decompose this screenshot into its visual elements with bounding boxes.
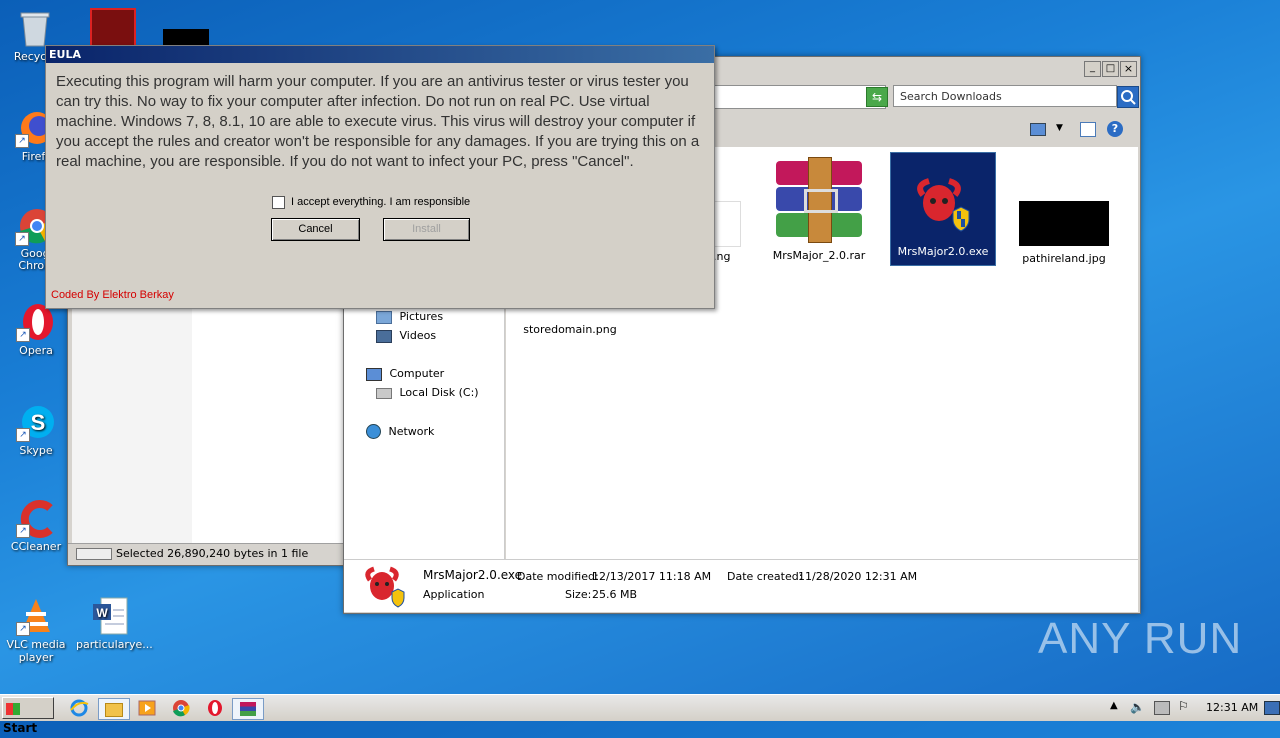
opera-taskbar-icon[interactable] (204, 698, 226, 718)
desktop-icon-label: CCleaner (10, 540, 62, 553)
desktop-icon-skype[interactable]: S ↗ Skype (1, 402, 71, 457)
taskbar: Start ▲ 🔈 ⚐ 12:31 AM (0, 694, 1280, 735)
system-tray: ▲ 🔈 ⚐ 12:31 AM (1106, 698, 1280, 718)
local-disk-icon (376, 387, 392, 399)
shortcut-arrow-icon: ↗ (15, 232, 29, 246)
action-center-flag-icon[interactable]: ⚐ (1178, 699, 1189, 713)
vlc-icon: ↗ (16, 596, 56, 636)
details-modified-value: 12/13/2017 11:18 AM (592, 570, 712, 583)
close-button[interactable]: × (1120, 61, 1137, 77)
preview-pane-icon[interactable] (1080, 122, 1096, 137)
eula-title: EULA (46, 46, 714, 63)
anyrun-watermark: ANY RUN (1038, 614, 1243, 663)
shortcut-arrow-icon: ↗ (16, 622, 30, 636)
shortcut-arrow-icon: ↗ (16, 428, 30, 442)
show-desktop-icon[interactable] (1264, 701, 1280, 715)
ram-skull-shield-icon (362, 564, 408, 608)
refresh-icon[interactable]: ⇆ (866, 87, 888, 107)
help-icon[interactable]: ? (1107, 121, 1123, 137)
explorer-taskbar-icon[interactable] (98, 698, 130, 720)
skype-icon: S ↗ (16, 402, 56, 442)
windows-logo-icon (6, 702, 20, 715)
show-hidden-icons-icon[interactable]: ▲ (1110, 700, 1118, 711)
nav-item-computer[interactable]: Computer (366, 367, 444, 381)
details-type: Application (423, 588, 485, 601)
nav-item-local-disk[interactable]: Local Disk (C:) (376, 386, 479, 399)
svg-text:W: W (96, 606, 108, 620)
eula-dialog[interactable]: EULA Executing this program will harm yo… (45, 45, 715, 309)
chrome-taskbar-icon[interactable] (170, 698, 192, 718)
shortcut-arrow-icon: ↗ (16, 524, 30, 538)
back-window-content (192, 307, 344, 543)
details-created-label: Date created: (727, 570, 803, 583)
winrar-taskbar-icon[interactable] (232, 698, 264, 720)
drive-icon (76, 548, 112, 560)
winrar-archive-icon (772, 157, 866, 243)
ccleaner-icon: ↗ (16, 498, 56, 538)
search-placeholder: Search Downloads (900, 90, 1002, 103)
nav-item-network[interactable]: Network (366, 424, 434, 439)
ram-skull-shield-icon (913, 173, 973, 233)
details-filename: MrsMajor2.0.exe (423, 568, 523, 582)
search-icon[interactable] (1117, 86, 1139, 108)
details-size-value: 25.6 MB (592, 588, 638, 601)
nav-item-videos[interactable]: Videos (376, 329, 436, 343)
desktop-icon-label: Skype (19, 444, 53, 457)
videos-folder-icon (376, 329, 392, 343)
details-modified-label: Date modified: (517, 570, 599, 583)
details-pane: MrsMajor2.0.exe Application Date modifie… (344, 559, 1138, 612)
view-options-icon[interactable] (1030, 123, 1046, 136)
back-window-nav-pane (72, 307, 192, 543)
network-tray-icon[interactable] (1154, 701, 1170, 715)
minimize-button[interactable]: _ (1084, 61, 1101, 77)
cancel-button[interactable]: Cancel (271, 218, 360, 241)
details-size-label: Size: (565, 588, 592, 601)
computer-icon (366, 367, 382, 381)
start-button[interactable]: Start (2, 697, 54, 735)
winrar-archive-icon (240, 702, 256, 716)
maximize-button[interactable]: □ (1102, 61, 1119, 77)
svg-text:S: S (31, 410, 46, 435)
volume-icon[interactable]: 🔈 (1130, 700, 1145, 714)
pictures-folder-icon (376, 310, 392, 324)
desktop-icon-label: VLC media player (6, 638, 66, 664)
view-dropdown-icon[interactable]: ▼ (1056, 123, 1063, 133)
desktop-icon-document[interactable]: W particularye... (76, 596, 153, 651)
nav-item-pictures[interactable]: Pictures (376, 310, 443, 324)
desktop-icon-ccleaner[interactable]: ↗ CCleaner (1, 498, 71, 553)
eula-message: Executing this program will harm your co… (56, 73, 700, 170)
desktop-icon-vlc[interactable]: ↗ VLC media player (1, 596, 71, 664)
install-button[interactable]: Install (383, 218, 470, 241)
file-mrsmajor-rar[interactable]: MrsMajor_2.0.rar (764, 157, 874, 262)
recycle-bin-icon (15, 8, 55, 48)
desktop-icon-opera[interactable]: ↗ Opera (1, 302, 71, 357)
folder-icon (105, 703, 123, 717)
status-text: Selected 26,890,240 bytes in 1 file (116, 547, 309, 560)
file-mrsmajor-exe[interactable]: MrsMajor2.0.exe (890, 152, 996, 266)
back-window-statusbar: Selected 26,890,240 bytes in 1 file (68, 543, 356, 564)
file-pathireland[interactable]: pathireland.jpg (1009, 201, 1119, 265)
internet-explorer-icon[interactable] (68, 698, 90, 718)
word-doc-icon: W (91, 596, 131, 636)
window-controls: _ □ × (1084, 61, 1137, 77)
shortcut-arrow-icon: ↗ (16, 328, 30, 342)
image-thumbnail-icon (1019, 201, 1109, 246)
desktop-icon-label: particularye... (76, 638, 153, 651)
desktop-icon-label: Opera (19, 344, 53, 357)
shortcut-arrow-icon: ↗ (15, 134, 29, 148)
media-player-icon[interactable] (136, 698, 158, 718)
author-credit: Coded By Elektro Berkay (51, 289, 174, 301)
accept-checkbox[interactable] (272, 196, 285, 209)
accept-checkbox-label[interactable]: I accept everything. I am responsible (291, 196, 470, 208)
details-created-value: 11/28/2020 12:31 AM (798, 570, 918, 583)
search-input[interactable]: Search Downloads (893, 85, 1117, 107)
clock[interactable]: 12:31 AM (1206, 701, 1258, 714)
network-icon (366, 424, 381, 439)
